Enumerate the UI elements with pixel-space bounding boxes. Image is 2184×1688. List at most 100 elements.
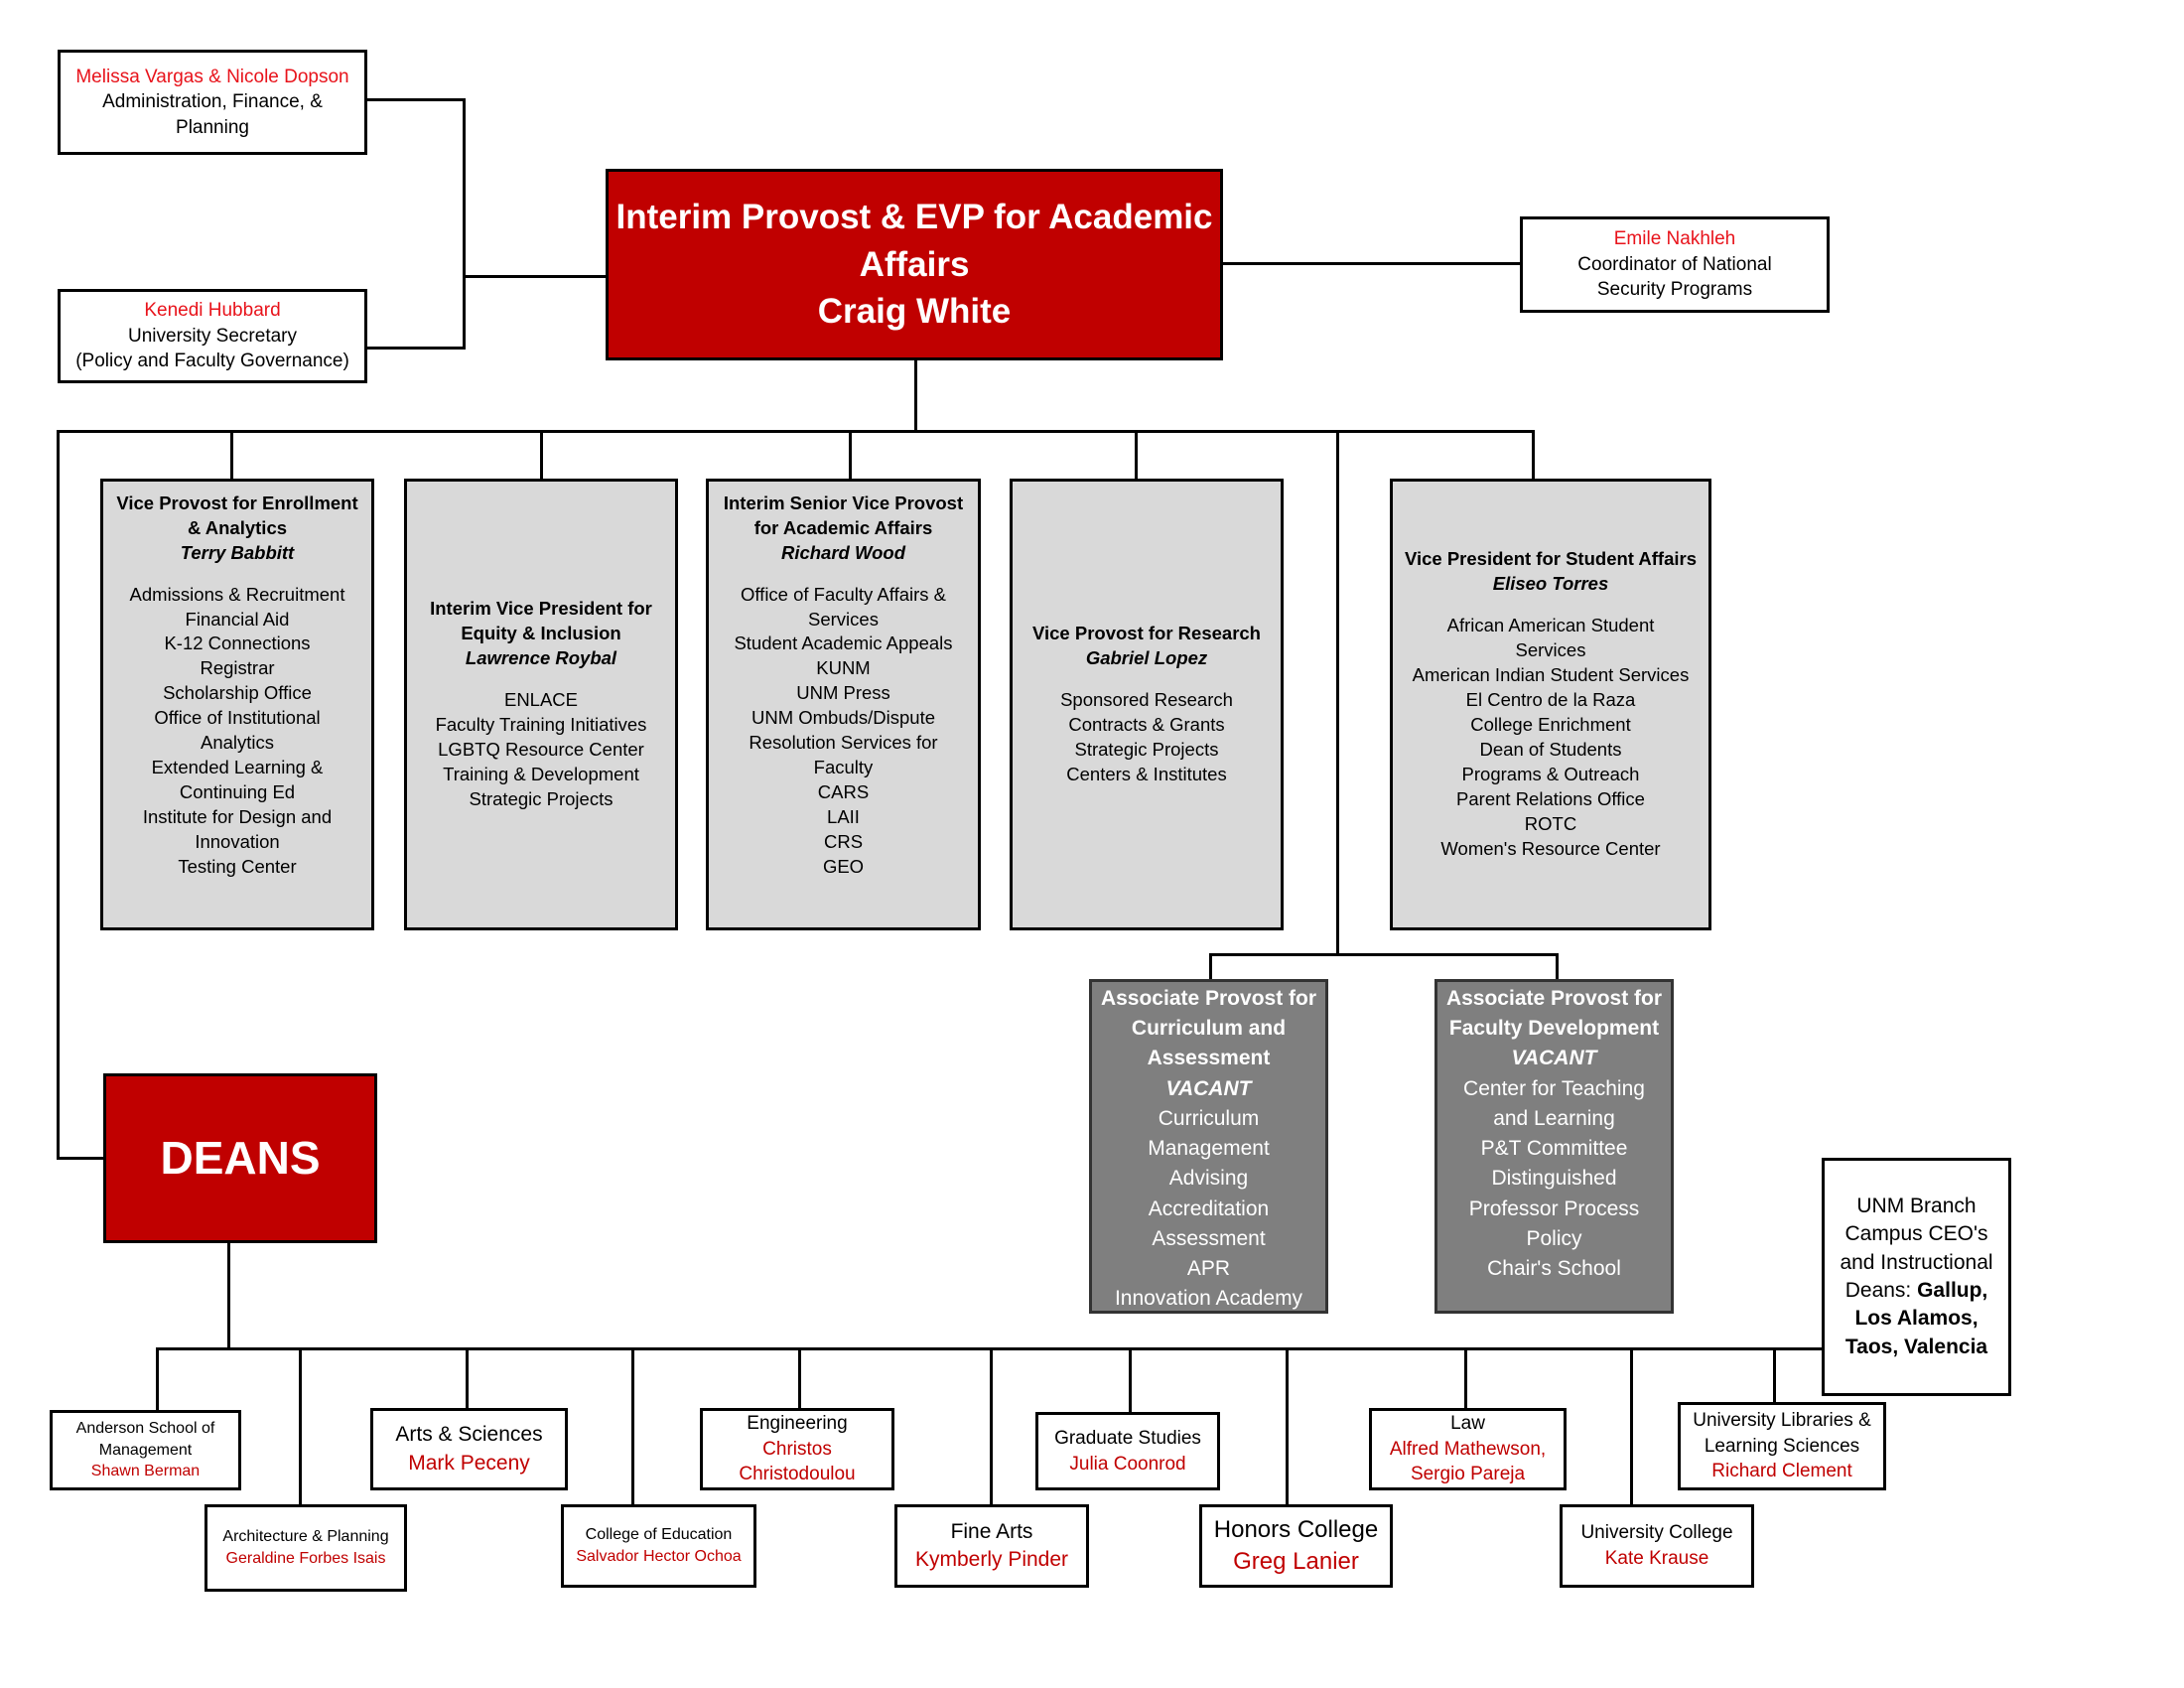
box-text-line: Graduate Studies <box>1054 1427 1201 1449</box>
box-text-line: DEANS <box>160 1132 321 1185</box>
box-text-line: & Analytics <box>187 516 288 538</box>
box-text-line: College of Education <box>585 1526 733 1544</box>
connector-line <box>156 1347 159 1412</box>
box-text-line: LAII <box>827 806 860 828</box>
connector-line <box>299 1347 302 1506</box>
org-box-architecture: Architecture & Planning Geraldine Forbes … <box>205 1504 407 1592</box>
box-text-line: Campus CEO's <box>1844 1222 1988 1246</box>
connector-line <box>463 98 466 350</box>
connector-line <box>230 430 233 481</box>
connector-line <box>1556 953 1559 981</box>
org-box-enrollment: Vice Provost for Enrollment & Analytics Te… <box>100 479 374 930</box>
person-name: Richard Clement <box>1711 1461 1852 1482</box>
box-text-line: Interim Senior Vice Provost <box>723 492 964 513</box>
box-text-line: ROTC <box>1524 812 1577 834</box>
box-text-line: Lawrence Roybal <box>465 647 617 669</box>
org-box-university-college: University College Kate Krause <box>1560 1504 1754 1588</box>
box-text-line: Security Programs <box>1596 279 1753 301</box>
box-text-line: Fine Arts <box>950 1519 1033 1543</box>
box-text-line: Registrar <box>200 657 275 679</box>
box-text-line: Office of Institutional <box>154 707 321 729</box>
box-text-line: El Centro de la Raza <box>1465 688 1636 710</box>
box-text-line: UNM Press <box>796 682 890 704</box>
org-box-honors: Honors College Greg Lanier <box>1199 1504 1393 1588</box>
connector-line <box>1209 953 1559 956</box>
org-box-graduate: Graduate Studies Julia Coonrod <box>1035 1412 1220 1490</box>
connector-line <box>57 430 60 1160</box>
box-text-line: Resolution Services for <box>749 732 938 754</box>
org-box-education: College of Education Salvador Hector Ocho… <box>561 1504 756 1588</box>
box-text-line: Craig White <box>817 292 1012 332</box>
box-text-line: Administration, Finance, & <box>102 91 323 113</box>
box-text-line: Architecture & Planning <box>222 1528 389 1546</box>
person-name: Kate Krause <box>1604 1548 1709 1569</box>
box-text-line: Training & Development <box>443 763 639 784</box>
person-name: Geraldine Forbes Isais <box>225 1550 386 1567</box>
person-name: Christos <box>762 1438 832 1460</box>
box-text-line: Curriculum <box>1158 1106 1260 1130</box>
connector-line <box>466 1347 469 1410</box>
box-text-line: Curriculum and <box>1131 1017 1287 1041</box>
box-text-line: Institute for Design and <box>142 806 333 828</box>
person-name: Emile Nakhleh <box>1613 228 1736 250</box>
person-name: Kymberly Pinder <box>914 1548 1069 1571</box>
org-box-libraries: University Libraries & Learning Sciences R… <box>1678 1402 1886 1490</box>
person-name: Mark Peceny <box>408 1451 530 1475</box>
box-text-line: Gabriel Lopez <box>1085 647 1208 669</box>
connector-line <box>1773 1347 1776 1404</box>
connector-line <box>1286 1347 1289 1506</box>
connector-line <box>1135 430 1138 481</box>
box-text-line: Parent Relations Office <box>1456 787 1645 809</box>
person-name: Greg Lanier <box>1233 1548 1359 1575</box>
connector-line <box>227 1242 230 1350</box>
box-text-line: African American Student <box>1446 614 1655 635</box>
box-text-line: Assessment <box>1152 1226 1266 1250</box>
connector-line <box>1532 430 1535 481</box>
org-box-admin: Melissa Vargas & Nicole Dopson Administra… <box>58 50 367 155</box>
org-box-branch: UNM Branch Campus CEO's and Instructional D… <box>1822 1158 2011 1396</box>
box-text-line: Scholarship Office <box>163 682 312 704</box>
box-text-line: APR <box>1186 1257 1231 1281</box>
box-text-line: Analytics <box>200 732 275 754</box>
box-text-line: Sponsored Research <box>1060 688 1233 710</box>
box-text-line: Dean of Students <box>1479 738 1622 760</box>
person-name: Sergio Pareja <box>1410 1464 1526 1485</box>
box-text-line: Center for Teaching <box>1463 1076 1645 1100</box>
person-name: Shawn Berman <box>90 1463 201 1480</box>
org-box-curriculum: Associate Provost for Curriculum and Asses… <box>1089 979 1328 1314</box>
box-text-line: Equity & Inclusion <box>461 623 621 644</box>
org-box-security: Emile Nakhleh Coordinator of National Secu… <box>1520 216 1830 313</box>
org-box-anderson: Anderson School of Management Shawn Berman <box>50 1410 241 1490</box>
box-text-line: Learning Sciences <box>1704 1435 1860 1457</box>
person-name: Christodoulou <box>739 1464 856 1485</box>
box-text-line: Student Academic Appeals <box>734 633 953 654</box>
box-text-line: LGBTQ Resource Center <box>438 738 644 760</box>
box-text-line: Advising <box>1168 1167 1249 1191</box>
connector-line <box>631 1347 634 1506</box>
box-text-line: Vice Provost for Research <box>1032 623 1261 644</box>
person-name: Julia Coonrod <box>1069 1453 1186 1475</box>
box-text-line: Innovation <box>195 831 280 853</box>
box-text-line: and Learning <box>1493 1106 1615 1130</box>
connector-line <box>1222 262 1522 265</box>
box-text-line: P&T Committee <box>1480 1137 1628 1161</box>
box-text-line: Deans: Gallup, <box>1844 1279 1988 1302</box>
box-text-line: Extended Learning & <box>151 757 324 778</box>
org-box-senior: Interim Senior Vice Provost for Academic … <box>706 479 981 930</box>
box-text-line: Faculty Training Initiatives <box>435 713 647 735</box>
box-text-line: Centers & Institutes <box>1066 763 1227 784</box>
box-text-line: VACANT <box>1165 1076 1252 1100</box>
box-text-line: Innovation Academy <box>1114 1287 1303 1311</box>
org-box-secretary: Kenedi Hubbard University Secretary (Polic… <box>58 289 367 383</box>
box-text-line: UNM Branch <box>1856 1194 1977 1217</box>
box-text-line: Engineering <box>747 1413 848 1435</box>
box-text-line: Distinguished <box>1491 1167 1617 1191</box>
box-text-line: GEO <box>822 856 865 878</box>
box-text-line: Continuing Ed <box>179 781 296 803</box>
box-text-line: Faculty Development <box>1448 1017 1660 1041</box>
box-text-line: Honors College <box>1213 1515 1379 1543</box>
box-text-line: Accreditation <box>1148 1196 1270 1220</box>
box-text-line: Strategic Projects <box>469 787 614 809</box>
connector-line <box>1336 430 1339 956</box>
box-text-line: University Libraries & <box>1693 1410 1871 1432</box>
